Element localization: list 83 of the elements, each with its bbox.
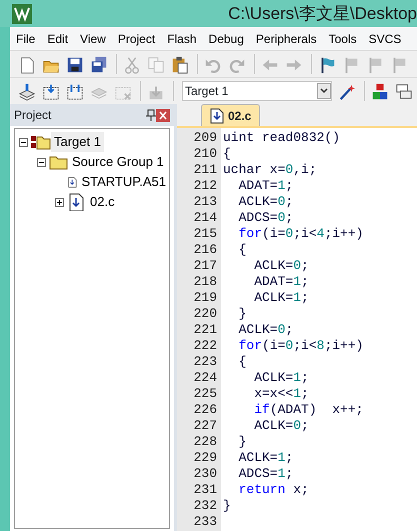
code-line: ACLK=1; xyxy=(238,450,294,465)
code-line: uchar x=0,i; xyxy=(223,162,317,177)
pin-icon xyxy=(146,109,156,121)
windows-icon[interactable] xyxy=(395,82,413,102)
code-line: { xyxy=(238,242,246,257)
code-line: for(i=0;i<8;i++) xyxy=(238,338,364,353)
line-number: 210 xyxy=(192,146,217,162)
line-number: 218 xyxy=(192,274,217,290)
new-file-icon[interactable] xyxy=(18,55,36,75)
line-number: 211 xyxy=(192,162,217,178)
file-icon xyxy=(210,108,224,124)
code-line: } xyxy=(238,306,246,321)
line-number: 229 xyxy=(192,450,217,466)
editor-tab[interactable]: 02.c xyxy=(201,104,260,126)
line-number: 227 xyxy=(192,418,217,434)
code-line: ACLK=0; xyxy=(253,258,309,273)
code-line: { xyxy=(238,354,246,369)
line-number: 226 xyxy=(192,402,217,418)
code-line: if(ADAT) x++; xyxy=(253,402,364,417)
line-number: 217 xyxy=(192,258,217,274)
tree-item[interactable]: STARTUP.A51 xyxy=(78,172,169,192)
code-line: x=x<<1; xyxy=(253,386,309,401)
code-line: ACLK=1; xyxy=(253,290,309,305)
code-line: ACLK=0; xyxy=(253,418,309,433)
code-line: ACLK=0; xyxy=(238,322,294,337)
code-line: ADAT=1; xyxy=(238,178,294,193)
line-number: 224 xyxy=(192,370,217,386)
line-number: 223 xyxy=(192,354,217,370)
expand-icon[interactable] xyxy=(55,198,64,206)
menu-item[interactable]: Flash xyxy=(161,30,203,48)
line-number: 219 xyxy=(192,290,217,306)
code-line: } xyxy=(238,434,246,449)
target-select[interactable]: Target 1 xyxy=(182,81,332,101)
menu-item[interactable]: View xyxy=(74,30,112,48)
line-number: 221 xyxy=(192,322,217,338)
code-line: ACLK=0; xyxy=(238,194,294,209)
menu-item[interactable]: Peripherals xyxy=(250,30,323,48)
code-line: } xyxy=(223,498,231,513)
floppy-disks-icon[interactable] xyxy=(90,55,108,75)
line-number: 222 xyxy=(192,338,217,354)
panel-title: Project xyxy=(14,107,52,124)
menu-item[interactable]: File xyxy=(10,30,42,48)
clipboard-icon[interactable] xyxy=(171,55,189,75)
app-logo xyxy=(12,4,32,24)
code-line: uint read0832() xyxy=(223,130,340,145)
line-number: 225 xyxy=(192,386,217,402)
line-number: 231 xyxy=(192,482,217,498)
tree-item[interactable]: 02.c xyxy=(87,192,118,212)
line-number: 216 xyxy=(192,242,217,258)
line-number: 209 xyxy=(192,130,217,146)
line-number: 215 xyxy=(192,226,217,242)
code-line: for(i=0;i<4;i++) xyxy=(238,226,364,241)
colored-blocks-icon[interactable] xyxy=(371,82,389,102)
build-icon[interactable] xyxy=(42,82,60,102)
window-title: C:\Users\李文星\Desktop xyxy=(228,2,417,25)
menu-item[interactable]: Edit xyxy=(41,30,74,48)
code-line: ADCS=0; xyxy=(238,210,294,225)
menu-item[interactable]: SVCS xyxy=(362,30,408,48)
line-number: 214 xyxy=(192,210,217,226)
stack-download-icon[interactable] xyxy=(18,82,36,102)
line-number: 233 xyxy=(192,514,217,530)
tree-item[interactable]: Target 1 xyxy=(51,132,104,152)
menu-item[interactable]: Debug xyxy=(202,30,250,48)
menu-item[interactable]: Tools xyxy=(322,30,363,48)
line-number: 228 xyxy=(192,434,217,450)
code-line: ADAT=1; xyxy=(253,274,309,289)
dropdown-caret-icon xyxy=(317,83,331,99)
code-line: return x; xyxy=(238,482,309,497)
code-line: ADCS=1; xyxy=(238,466,294,481)
collapse-icon[interactable] xyxy=(37,158,46,166)
close-icon[interactable] xyxy=(156,108,170,122)
rebuild-icon[interactable] xyxy=(66,82,84,102)
line-number: 220 xyxy=(192,306,217,322)
line-number: 212 xyxy=(192,178,217,194)
code-line: ACLK=1; xyxy=(253,370,309,385)
collapse-icon[interactable] xyxy=(19,138,28,146)
tree-item[interactable]: Source Group 1 xyxy=(69,152,167,172)
line-number: 230 xyxy=(192,466,217,482)
target-folder-icon xyxy=(31,133,51,151)
code-line: { xyxy=(223,146,231,161)
line-number: 213 xyxy=(192,194,217,210)
menu-item[interactable]: Project xyxy=(112,30,162,48)
line-number: 232 xyxy=(192,498,217,514)
